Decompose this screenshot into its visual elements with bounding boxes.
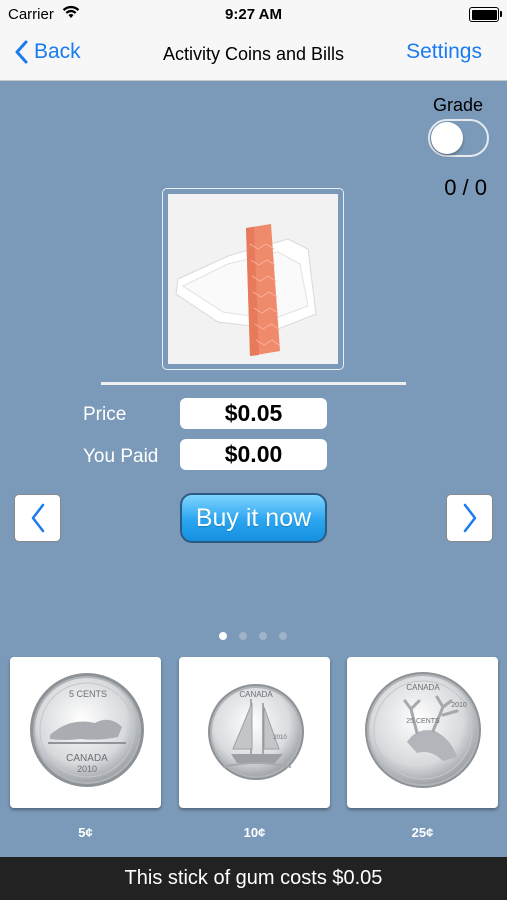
navigation-bar: Back Activity Coins and Bills Settings bbox=[0, 28, 507, 81]
svg-text:2010: 2010 bbox=[77, 764, 97, 774]
chevron-left-icon bbox=[31, 503, 44, 533]
paid-value: $0.00 bbox=[180, 439, 327, 470]
svg-text:CANADA: CANADA bbox=[239, 690, 273, 699]
price-label: Price bbox=[83, 404, 127, 425]
clock: 9:27 AM bbox=[225, 6, 282, 23]
beaver-nickel-icon: 5 CENTS CANADA 2010 bbox=[30, 673, 144, 787]
grade-toggle[interactable] bbox=[428, 119, 489, 157]
coin-label-10-cents: 10¢ bbox=[243, 825, 266, 840]
svg-text:CANADA: CANADA bbox=[406, 683, 440, 692]
price-value: $0.05 bbox=[180, 398, 327, 429]
toggle-knob bbox=[431, 122, 463, 154]
buy-now-button[interactable]: Buy it now bbox=[180, 493, 327, 543]
svg-text:5 CENTS: 5 CENTS bbox=[69, 689, 107, 699]
chevron-right-icon bbox=[463, 503, 476, 533]
divider bbox=[101, 382, 406, 385]
grade-label: Grade bbox=[432, 95, 483, 115]
message-bar: This stick of gum costs $0.05 bbox=[0, 857, 507, 900]
coin-card-10-cents[interactable]: CANADA 2010 bbox=[179, 657, 330, 808]
svg-text:CANADA: CANADA bbox=[66, 753, 108, 764]
page-dot bbox=[219, 632, 227, 640]
paid-label: You Paid bbox=[83, 446, 159, 467]
battery-icon bbox=[469, 7, 502, 22]
caribou-quarter-icon: CANADA 25 CENTS 2010 bbox=[365, 672, 481, 788]
svg-text:25 CENTS: 25 CENTS bbox=[406, 718, 440, 725]
next-item-button[interactable] bbox=[446, 494, 493, 542]
bluenose-dime-icon: CANADA 2010 bbox=[208, 684, 304, 780]
coin-card-5-cents[interactable]: 5 CENTS CANADA 2010 bbox=[10, 657, 161, 808]
page-dot bbox=[279, 632, 287, 640]
coin-label-5-cents: 5¢ bbox=[78, 825, 93, 840]
page-dot bbox=[259, 632, 267, 640]
page-indicator[interactable] bbox=[219, 632, 287, 640]
product-image bbox=[168, 194, 338, 364]
svg-text:2010: 2010 bbox=[273, 735, 287, 741]
score-display: 0 / 0 bbox=[444, 175, 487, 200]
settings-button[interactable]: Settings bbox=[406, 40, 482, 64]
page-dot bbox=[239, 632, 247, 640]
coin-card-25-cents[interactable]: CANADA 25 CENTS 2010 bbox=[347, 657, 498, 808]
previous-item-button[interactable] bbox=[14, 494, 61, 542]
coin-label-25-cents: 25¢ bbox=[411, 825, 434, 840]
svg-text:2010: 2010 bbox=[451, 702, 467, 709]
gum-stick-icon bbox=[168, 194, 338, 364]
status-bar: Carrier 9:27 AM bbox=[0, 0, 507, 28]
